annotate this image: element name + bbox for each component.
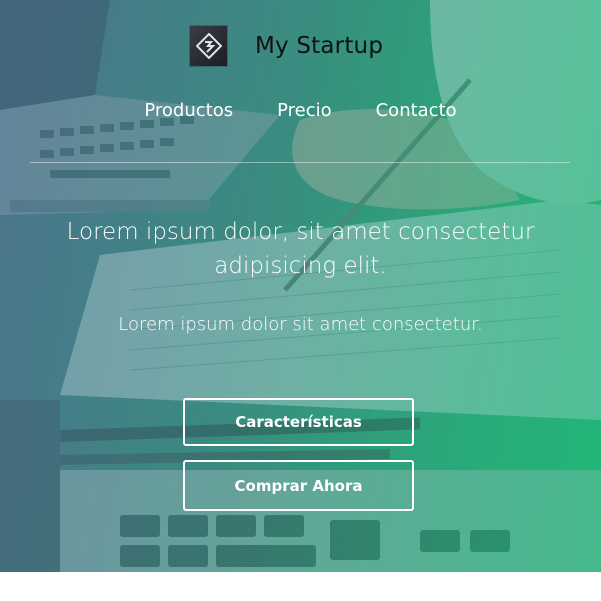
hero-headline: Lorem ipsum dolor, sit amet consectetur … xyxy=(66,219,535,279)
brand-name[interactable]: My Startup xyxy=(255,33,383,59)
nav-item-contacto[interactable]: Contacto xyxy=(376,98,457,123)
features-button[interactable]: Características xyxy=(183,398,414,446)
nav-item-precio[interactable]: Precio xyxy=(277,98,332,123)
buy-now-button[interactable]: Comprar Ahora xyxy=(183,460,414,511)
main-nav: Productos Precio Contacto xyxy=(0,98,601,123)
brand[interactable]: My Startup xyxy=(190,26,383,66)
logo-mark-icon xyxy=(195,33,222,59)
hero-section: My Startup Productos Precio Contacto Lor… xyxy=(0,0,601,572)
nav-divider xyxy=(30,162,570,163)
page-below-hero xyxy=(0,572,601,601)
hero-subheadline: Lorem ipsum dolor sit amet consectetur. xyxy=(118,314,483,335)
nav-item-productos[interactable]: Productos xyxy=(144,98,233,123)
logo-icon[interactable] xyxy=(190,26,227,66)
